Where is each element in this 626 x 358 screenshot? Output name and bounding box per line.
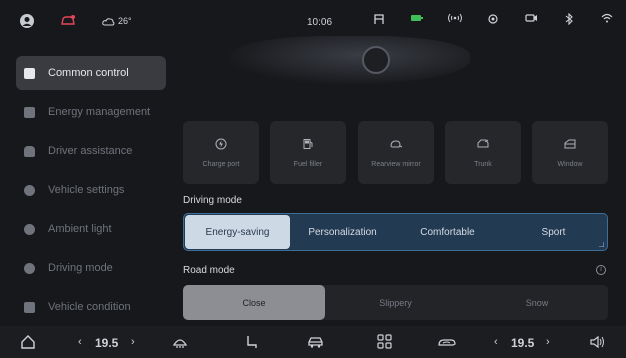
- tile-label: Window: [557, 160, 583, 168]
- left-temperature: 19.5: [95, 336, 119, 350]
- tile-label: Rearview mirror: [371, 160, 421, 168]
- left-temp-decrease-button[interactable]: ‹: [78, 336, 82, 348]
- sidebar-item-driver-assistance[interactable]: Driver assistance: [16, 134, 166, 168]
- info-icon[interactable]: i: [596, 265, 606, 275]
- road-mode-title: Road mode: [183, 265, 235, 276]
- driving-mode-sport[interactable]: Sport: [500, 215, 607, 249]
- dashcam-icon: [512, 13, 550, 25]
- sidebar-item-label: Energy management: [48, 106, 151, 118]
- weather-widget[interactable]: 26°: [102, 16, 132, 26]
- battery-icon: [398, 13, 436, 25]
- bottom-dock: ‹ 19.5 › ‹ 19.5 ›: [0, 326, 626, 358]
- sidebar-item-label: Ambient light: [48, 223, 112, 235]
- right-temp-increase-button[interactable]: ›: [546, 336, 550, 348]
- bluetooth-icon: [550, 13, 588, 25]
- right-temperature: 19.5: [511, 336, 535, 350]
- road-mode-snow[interactable]: Snow: [466, 285, 608, 320]
- driving-mode-selector: Energy-saving Personalization Comfortabl…: [183, 213, 608, 251]
- sidebar-item-common-control[interactable]: Common control: [16, 56, 166, 90]
- road-mode-selector: Close Slippery Snow: [183, 285, 608, 320]
- road-mode-slippery[interactable]: Slippery: [325, 285, 466, 320]
- steering-wheel-icon: [24, 262, 35, 274]
- battery-icon: [24, 106, 35, 118]
- sidebar-item-energy-management[interactable]: Energy management: [16, 95, 166, 129]
- sidebar-item-vehicle-settings[interactable]: Vehicle settings: [16, 173, 166, 207]
- home-icon[interactable]: [20, 334, 36, 350]
- common-control-icon: [24, 67, 35, 79]
- car-icon: [24, 145, 35, 157]
- charge-port-button[interactable]: Charge port: [183, 121, 259, 184]
- sidebar-item-ambient-light[interactable]: Ambient light: [16, 212, 166, 246]
- trunk-button[interactable]: Trunk: [445, 121, 521, 184]
- rearview-mirror-button[interactable]: Rearview mirror: [358, 121, 434, 184]
- quick-controls: Charge port Fuel filler Rearview mirror …: [183, 121, 608, 184]
- seat-icon[interactable]: [244, 334, 260, 350]
- car-image: [230, 36, 470, 84]
- status-icons: [360, 13, 626, 25]
- tile-label: Charge port: [202, 160, 240, 168]
- user-avatar-icon[interactable]: [20, 14, 34, 28]
- sidebar-item-driving-mode[interactable]: Driving mode: [16, 251, 166, 285]
- sidebar: Common control Energy management Driver …: [16, 56, 166, 329]
- left-temp-increase-button[interactable]: ›: [131, 336, 135, 348]
- trunk-icon: [476, 138, 490, 150]
- signal-broadcast-icon: [436, 13, 474, 25]
- right-temp-decrease-button[interactable]: ‹: [494, 336, 498, 348]
- light-icon: [24, 223, 35, 235]
- driving-mode-energy-saving[interactable]: Energy-saving: [185, 215, 290, 249]
- driving-mode-comfortable[interactable]: Comfortable: [395, 215, 500, 249]
- driving-mode-title: Driving mode: [183, 195, 242, 206]
- status-bar: 26° 10:06: [0, 0, 626, 40]
- tile-label: Trunk: [474, 160, 492, 168]
- sidebar-item-label: Vehicle settings: [48, 184, 125, 196]
- tile-label: Fuel filler: [293, 160, 323, 168]
- volume-icon[interactable]: [589, 335, 606, 349]
- charge-port-icon: [215, 138, 227, 150]
- gear-icon: [24, 184, 35, 196]
- fuel-filler-button[interactable]: Fuel filler: [270, 121, 346, 184]
- sidebar-item-label: Driving mode: [48, 262, 113, 274]
- window-icon: [563, 138, 577, 150]
- defrost-icon[interactable]: [172, 335, 188, 349]
- air-recirculation-icon[interactable]: [437, 336, 457, 348]
- road-mode-close[interactable]: Close: [183, 285, 325, 320]
- status-left: 26°: [20, 14, 132, 28]
- car-icon[interactable]: [307, 335, 324, 349]
- window-button[interactable]: Window: [532, 121, 608, 184]
- clock: 10:06: [307, 17, 333, 28]
- sidebar-item-label: Driver assistance: [48, 145, 133, 157]
- vehicle-condition-icon: [24, 301, 35, 313]
- apps-grid-icon[interactable]: [377, 334, 392, 349]
- sidebar-item-label: Vehicle condition: [48, 301, 131, 313]
- outside-temperature: 26°: [118, 16, 132, 26]
- wheel-image: [362, 46, 390, 74]
- sidebar-item-vehicle-condition[interactable]: Vehicle condition: [16, 290, 166, 324]
- rearview-mirror-icon: [389, 138, 403, 150]
- fuel-filler-icon: [302, 138, 314, 150]
- location-icon: [474, 13, 512, 25]
- cloud-icon: [102, 17, 115, 25]
- seat-occupancy-icon: [360, 13, 398, 25]
- resize-corner-icon: [599, 242, 604, 247]
- wifi-icon: [588, 13, 626, 25]
- car-alert-icon[interactable]: [60, 14, 76, 28]
- driving-mode-personalization[interactable]: Personalization: [290, 215, 395, 249]
- sidebar-item-label: Common control: [48, 67, 129, 79]
